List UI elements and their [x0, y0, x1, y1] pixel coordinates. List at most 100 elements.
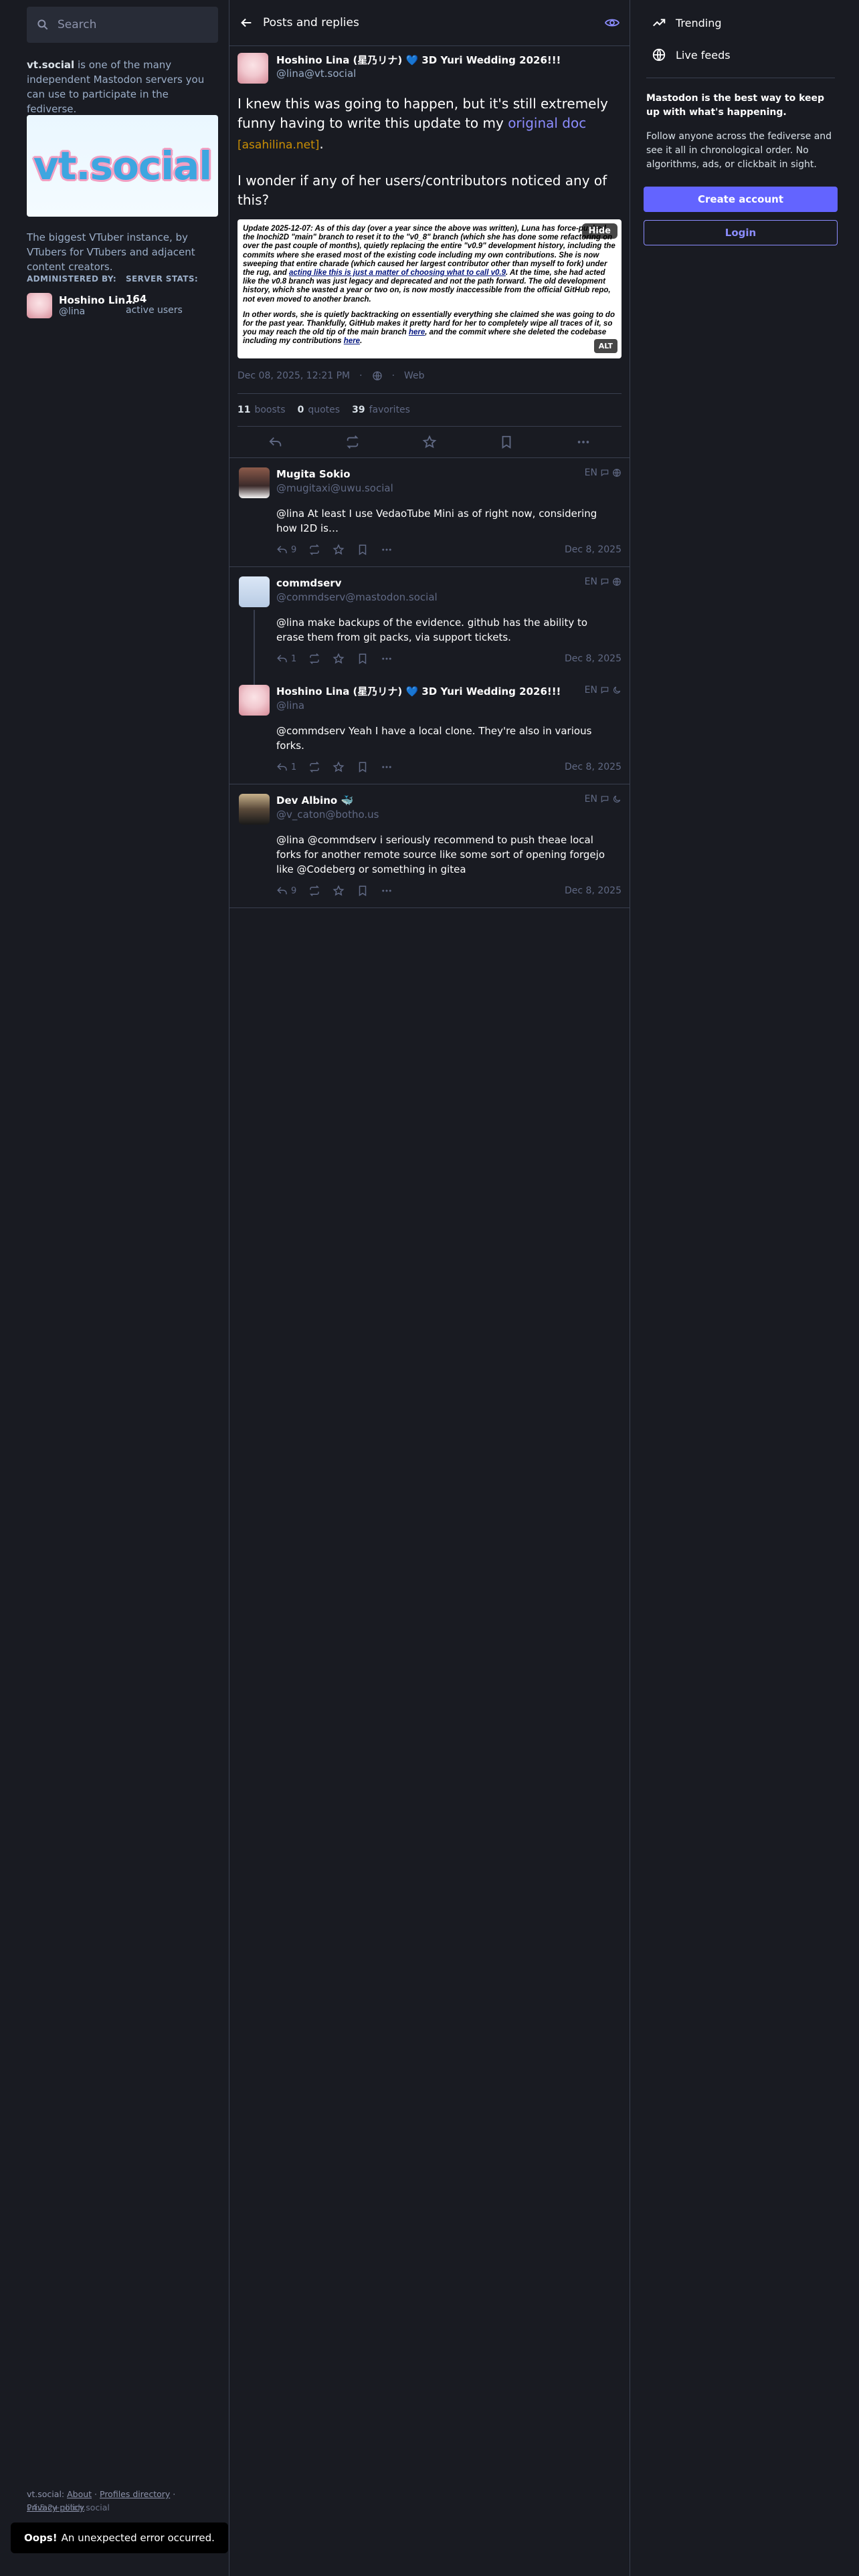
version-label: v4.5.2+glitch.social	[27, 2502, 110, 2512]
media-attachment[interactable]: Update 2025-12-07: As of this day (over …	[237, 219, 622, 358]
reply-lang: EN	[585, 794, 622, 804]
star-icon[interactable]	[332, 761, 345, 773]
reply-account: @lina	[276, 700, 305, 712]
create-account-button[interactable]: Create account	[644, 187, 838, 212]
status-header[interactable]: Hoshino Lina (星乃リナ) 💙 3D Yuri Wedding 20…	[237, 46, 622, 84]
link-domain: [asahilina.net]	[237, 138, 320, 152]
bookmark-icon[interactable]	[357, 653, 369, 665]
avatar[interactable]	[239, 794, 270, 825]
bookmark-icon[interactable]	[357, 544, 369, 556]
star-icon[interactable]	[332, 544, 345, 556]
reply-date[interactable]: Dec 8, 2025	[565, 653, 622, 664]
avatar[interactable]	[239, 685, 270, 716]
boost-icon[interactable]	[308, 544, 320, 556]
more-icon[interactable]	[381, 544, 393, 556]
avatar[interactable]	[239, 576, 270, 607]
hide-media-button[interactable]: Hide	[581, 223, 617, 239]
footer-link-about[interactable]: About	[67, 2489, 92, 2499]
error-toast[interactable]: Oops! An unexpected error occurred.	[11, 2523, 228, 2553]
boost-icon[interactable]	[308, 885, 320, 897]
boosts-count: 11	[237, 405, 251, 415]
status-action-bar	[237, 427, 622, 457]
quotes-count-link[interactable]: 0 quotes	[298, 405, 340, 415]
reply-date[interactable]: Dec 8, 2025	[565, 544, 622, 555]
quotes-count: 0	[297, 405, 304, 415]
avatar[interactable]	[239, 467, 270, 498]
reply-display-name[interactable]: Mugita Sokio	[276, 467, 622, 481]
reply-display-name[interactable]: commdserv	[276, 576, 622, 590]
globe-icon	[612, 577, 622, 586]
reply-display-name[interactable]: Dev Albino 🐳	[276, 794, 622, 807]
more-icon[interactable]	[381, 885, 393, 897]
star-icon[interactable]	[332, 885, 345, 897]
favorites-count-link[interactable]: 39 favorites	[352, 405, 410, 415]
avatar[interactable]	[237, 53, 268, 84]
right-sidebar: Trending Live feeds Mastodon is the best…	[644, 0, 838, 245]
reply-button[interactable]: 1	[276, 761, 296, 773]
reply-icon[interactable]	[268, 435, 283, 449]
reply-date[interactable]: Dec 8, 2025	[565, 762, 622, 772]
language-code: EN	[584, 794, 597, 804]
boosts-label: boosts	[254, 405, 286, 415]
back-arrow-icon[interactable]	[239, 15, 254, 30]
more-icon[interactable]	[576, 435, 591, 449]
original-doc-link[interactable]: original doc	[508, 115, 586, 131]
star-icon[interactable]	[332, 653, 345, 665]
server-banner-logo: vt.social	[33, 143, 212, 189]
reply-button[interactable]: 1	[276, 653, 296, 665]
thread-line	[254, 610, 255, 685]
nav-trending[interactable]: Trending	[644, 7, 838, 39]
alt-text-badge[interactable]: ALT	[593, 338, 617, 353]
login-button[interactable]: Login	[644, 220, 838, 245]
status-date-link[interactable]: Dec 08, 2025, 12:21 PM	[237, 370, 350, 381]
status-content: I knew this was going to happen, but it'…	[237, 94, 622, 210]
reply-text: @commdserv Yeah I have a local clone. Th…	[276, 725, 592, 752]
signup-title: Mastodon is the best way to keep up with…	[646, 93, 825, 118]
bookmark-icon[interactable]	[357, 885, 369, 897]
server-description: The biggest VTuber instance, by VTubers …	[27, 231, 195, 273]
more-icon[interactable]	[381, 653, 393, 665]
server-stats-label: SERVER STATS:	[126, 274, 199, 284]
search-input[interactable]	[56, 17, 218, 32]
reply-count: 1	[291, 653, 297, 664]
reply-action-bar: 1 Dec 8, 2025	[276, 761, 622, 773]
star-icon[interactable]	[422, 435, 437, 449]
boost-icon[interactable]	[308, 653, 320, 665]
reply-all-icon	[276, 885, 288, 897]
replies-list: EN Mugita Sokio @mugitaxi@uwu.social @lina …	[229, 458, 630, 908]
boost-icon[interactable]	[345, 435, 360, 449]
reply-button[interactable]: 9	[276, 885, 296, 897]
reply-text: @lina make backups of the evidence. gith…	[276, 617, 588, 643]
quote-icon	[600, 685, 609, 695]
globe-icon	[372, 370, 383, 381]
reply-date[interactable]: Dec 8, 2025	[565, 885, 622, 896]
reply-account: @mugitaxi@uwu.social	[276, 482, 393, 494]
avatar[interactable]	[27, 293, 52, 318]
reply-status[interactable]: EN Hoshino Lina (星乃リナ) 💙 3D Yuri Wedding …	[229, 675, 630, 784]
eye-icon[interactable]	[604, 15, 620, 31]
status-display-name[interactable]: Hoshino Lina (星乃リナ) 💙 3D Yuri Wedding 20…	[276, 53, 561, 68]
media-paragraph: Update 2025-12-07: As of this day (over …	[243, 225, 616, 304]
reply-lang: EN	[585, 576, 622, 587]
boost-icon[interactable]	[308, 761, 320, 773]
reply-button[interactable]: 9	[276, 544, 296, 556]
reply-action-bar: 9 Dec 8, 2025	[276, 885, 622, 897]
media-link: here	[343, 337, 361, 346]
unlisted-icon	[612, 794, 622, 804]
reply-status[interactable]: EN Dev Albino 🐳 @v_caton@botho.us @lina @co…	[229, 784, 630, 908]
reply-status[interactable]: EN commdserv @commdserv@mastodon.social @li…	[229, 567, 630, 685]
reply-display-name[interactable]: Hoshino Lina (星乃リナ) 💙 3D Yuri Wedding 20…	[276, 685, 622, 698]
more-icon[interactable]	[381, 761, 393, 773]
status-paragraph: I knew this was going to happen, but it'…	[237, 94, 622, 155]
footer-link-profiles-directory[interactable]: Profiles directory	[100, 2489, 170, 2499]
boosts-count-link[interactable]: 11 boosts	[237, 405, 286, 415]
search-icon	[36, 18, 50, 31]
globe-icon	[652, 47, 666, 62]
admin-name[interactable]: Hoshino Lin…	[59, 294, 135, 306]
active-users-label: active users	[126, 305, 183, 316]
search-bar[interactable]	[27, 7, 218, 43]
bookmark-icon[interactable]	[499, 435, 514, 449]
reply-status[interactable]: EN Mugita Sokio @mugitaxi@uwu.social @lina …	[229, 458, 630, 567]
bookmark-icon[interactable]	[357, 761, 369, 773]
nav-live-feeds[interactable]: Live feeds	[644, 39, 838, 71]
